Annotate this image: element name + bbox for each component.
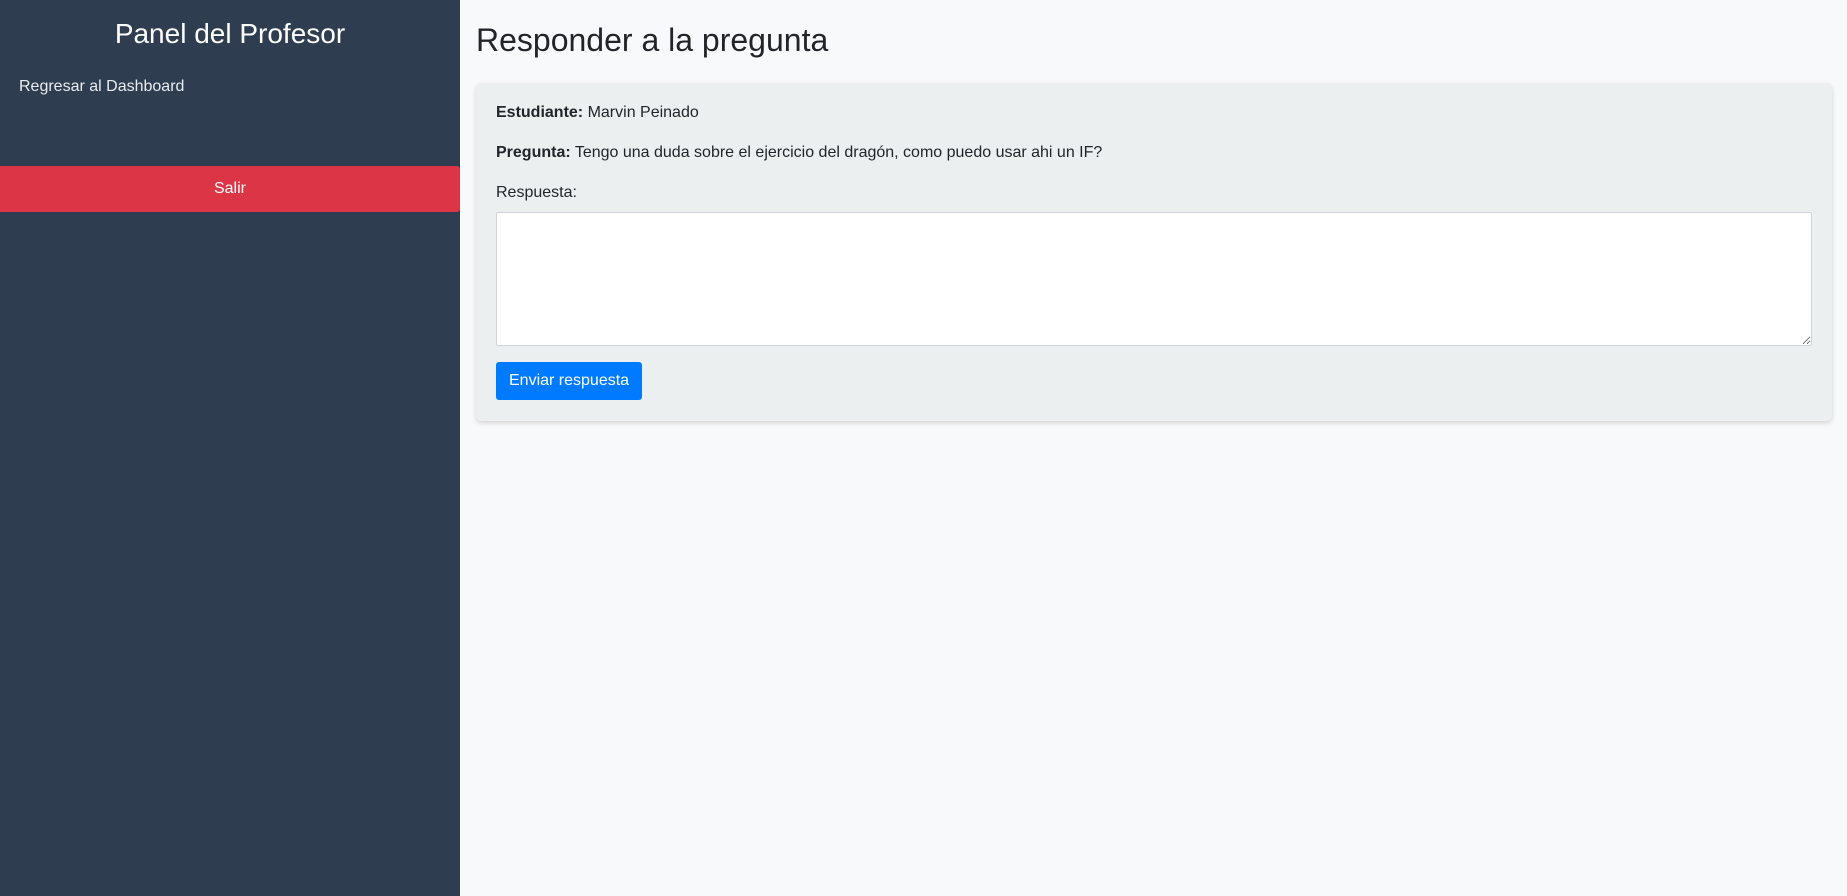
main-content: Responder a la pregunta Estudiante: Marv…: [460, 0, 1847, 896]
student-name: Marvin Peinado: [587, 104, 699, 121]
answer-label: Respuesta:: [496, 184, 577, 201]
back-to-dashboard-link[interactable]: Regresar al Dashboard: [0, 77, 460, 97]
page-title: Responder a la pregunta: [476, 22, 829, 58]
question-row: Pregunta: Tengo una duda sobre el ejerci…: [496, 143, 1812, 163]
sidebar-title: Panel del Profesor: [114, 18, 346, 49]
question-label: Pregunta:: [496, 144, 571, 161]
answer-card: Estudiante: Marvin Peinado Pregunta: Ten…: [476, 83, 1832, 421]
submit-answer-button[interactable]: Enviar respuesta: [496, 362, 643, 400]
answer-textarea[interactable]: [496, 212, 1812, 346]
logout-button[interactable]: Salir: [0, 166, 460, 212]
question-text: Tengo una duda sobre el ejercicio del dr…: [574, 144, 1103, 161]
sidebar: Panel del Profesor Regresar al Dashboard…: [0, 0, 460, 896]
app-layout: Panel del Profesor Regresar al Dashboard…: [0, 0, 1847, 896]
student-label: Estudiante:: [496, 104, 584, 121]
student-row: Estudiante: Marvin Peinado: [496, 103, 1812, 123]
